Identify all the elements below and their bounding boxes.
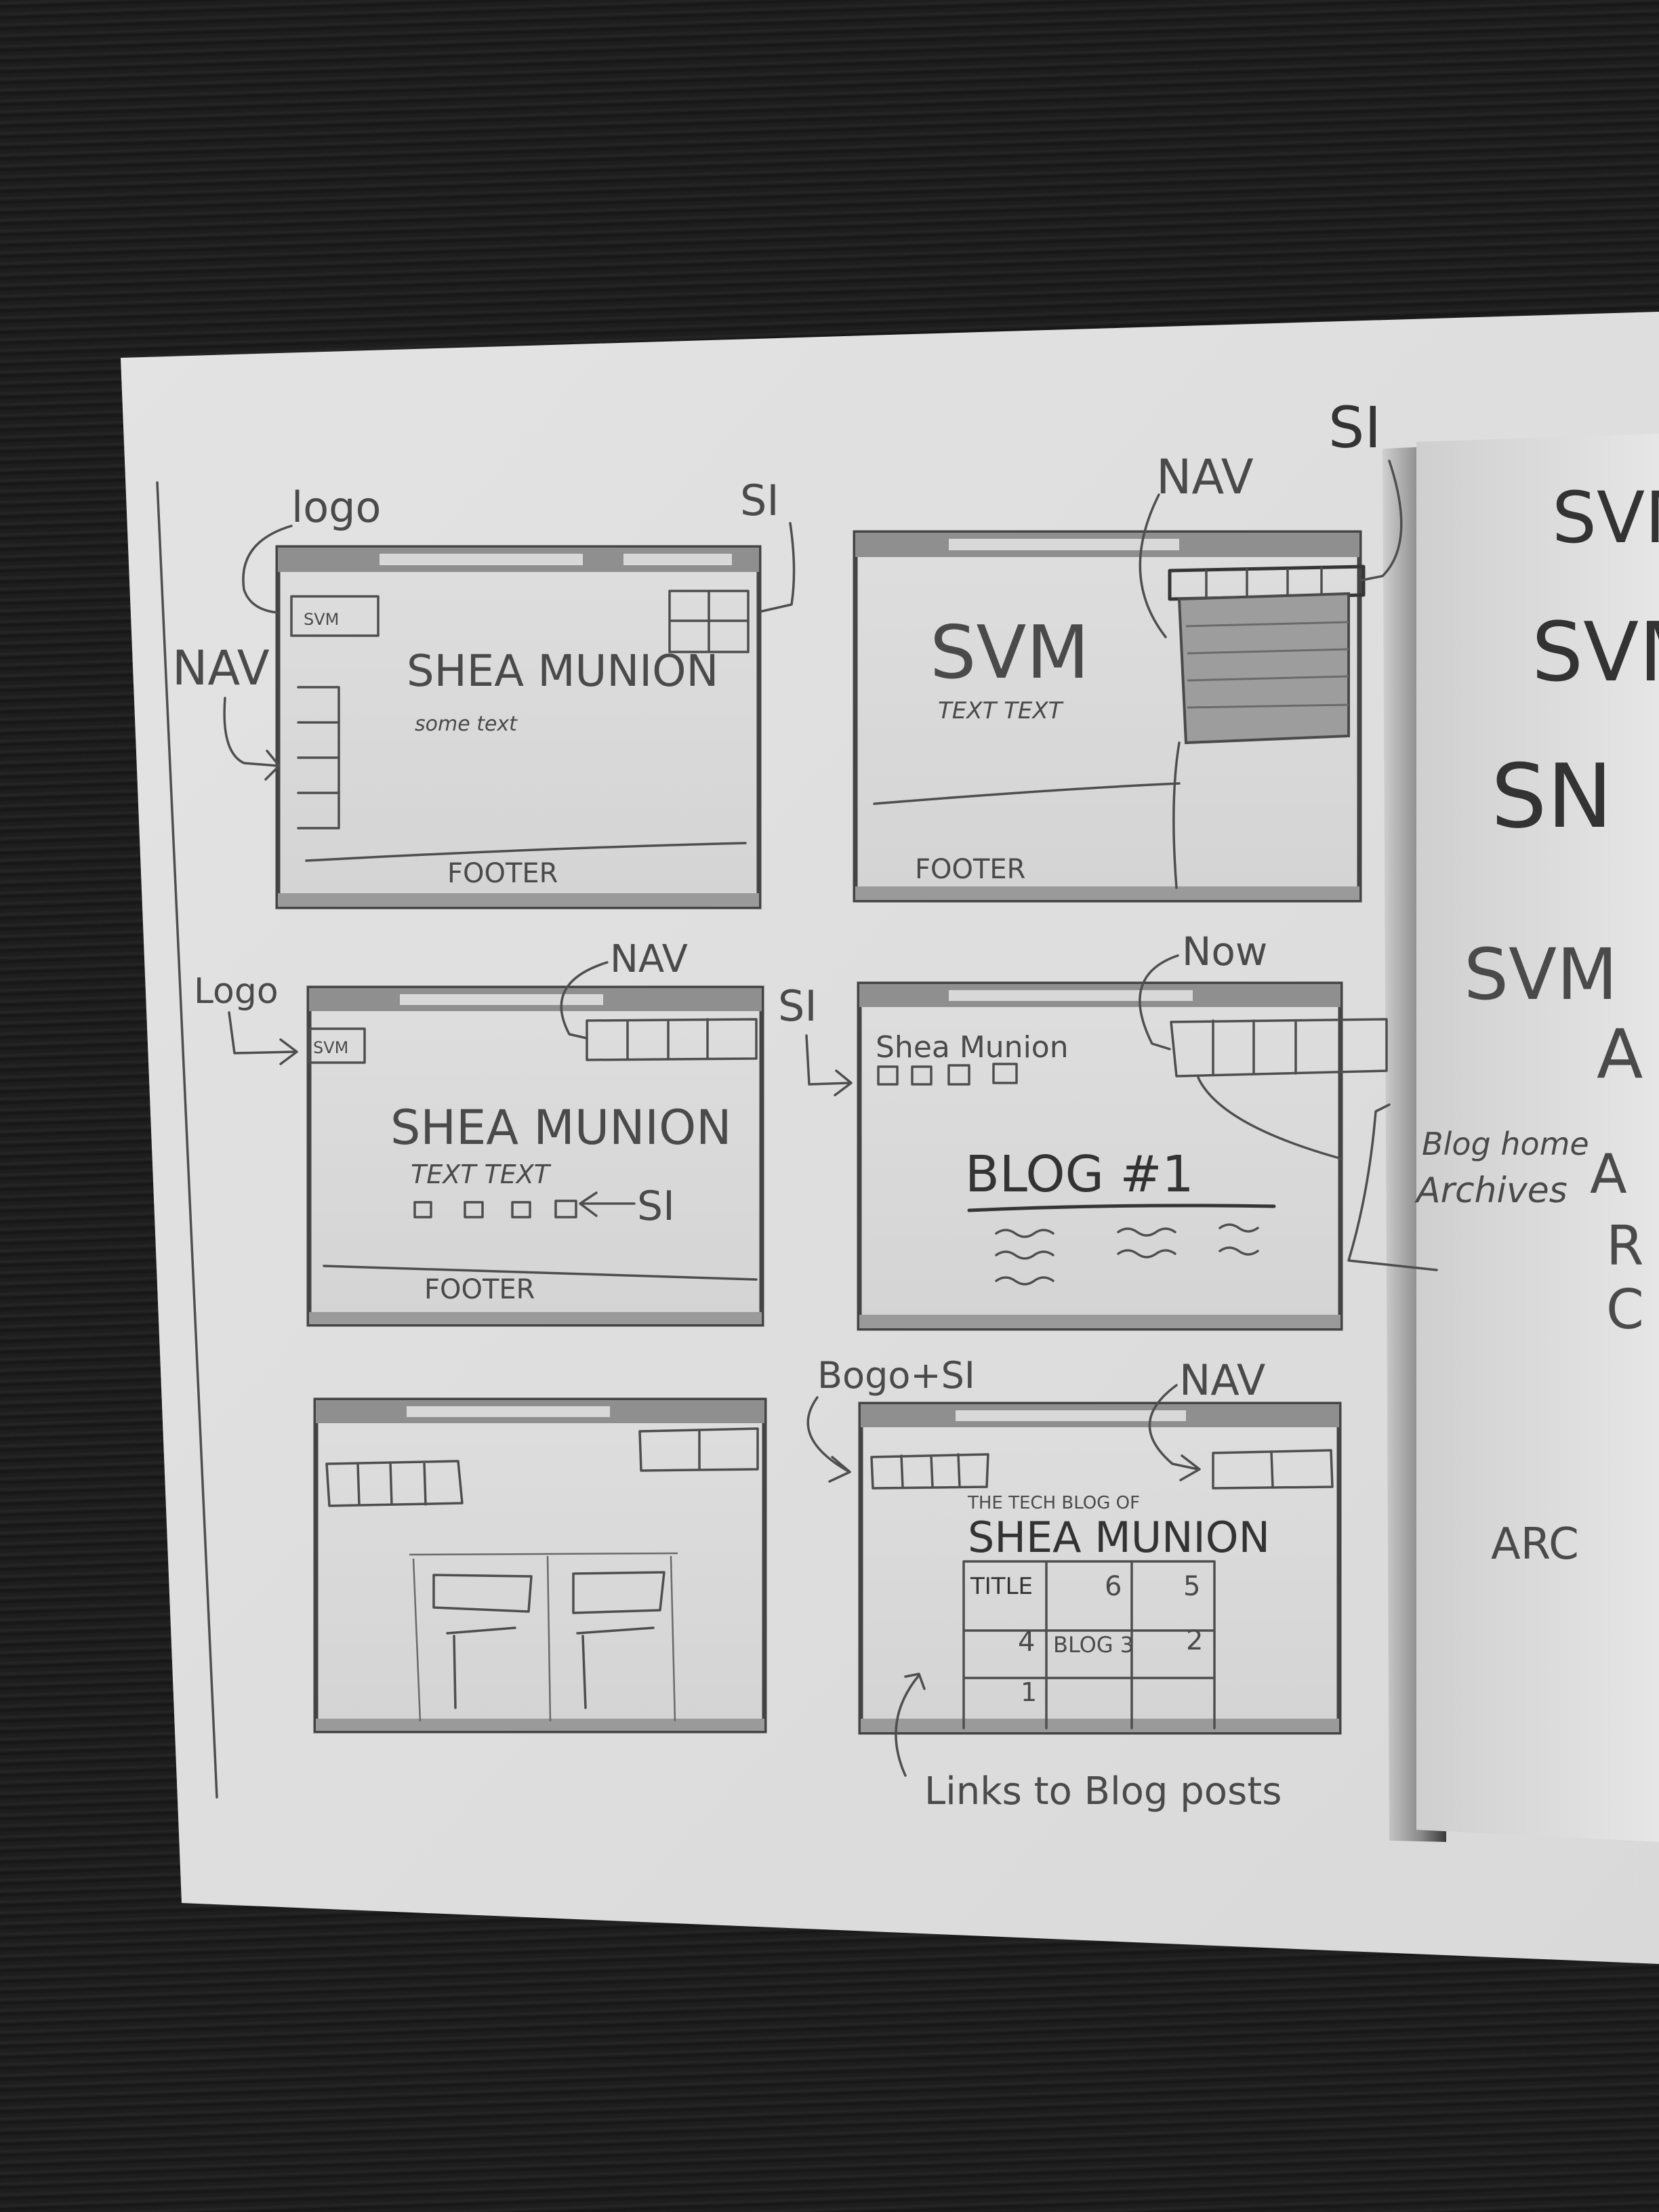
grid-cell-5: 5 xyxy=(1183,1571,1200,1602)
scribble-svm-1: SVM xyxy=(1552,476,1659,559)
frame1-subtext: some text xyxy=(415,712,518,736)
grid-cell-title: TITLE xyxy=(970,1573,1033,1600)
note-nav-2: NAV xyxy=(1156,449,1254,505)
wireframe-5 xyxy=(313,1397,767,1734)
scribble-c: C xyxy=(1606,1278,1644,1341)
wireframe-1: SVM SHEA MUNION some text FOOTER xyxy=(275,545,762,909)
note-now: Now xyxy=(1182,928,1267,975)
grid-cell-4: 4 xyxy=(1018,1626,1035,1658)
wireframe-2: SVM TEXT TEXT FOOTER xyxy=(853,530,1366,903)
frame6-title: SHEA MUNION xyxy=(968,1513,1270,1562)
grid-cell-blog3: BLOG 3 xyxy=(1053,1632,1134,1658)
scribble-arc: ARC xyxy=(1491,1519,1579,1570)
note-logo-si: Bogo+SI xyxy=(817,1354,975,1397)
scribble-svm-3: SVM xyxy=(1464,933,1618,1016)
scribble-a: A xyxy=(1597,1015,1643,1094)
frame1-footer: FOOTER xyxy=(447,858,558,889)
note-logo: logo xyxy=(291,483,381,532)
note-links: Links to Blog posts xyxy=(924,1769,1282,1814)
note-si-3: SI xyxy=(637,1183,675,1230)
grid-cell-6: 6 xyxy=(1105,1571,1122,1602)
sketch-photo: SVM SHEA MUNION some text FOOTER SVM TEX… xyxy=(121,312,1659,1964)
note-si-1: SI xyxy=(740,476,779,525)
frame1-title: SHEA MUNION xyxy=(407,647,718,697)
scribble-a-2: A xyxy=(1590,1143,1627,1206)
frame1-logo: SVM xyxy=(304,610,339,629)
note-nav-3: NAV xyxy=(610,937,688,981)
frame2-footer: FOOTER xyxy=(915,854,1025,885)
scribble-r: R xyxy=(1606,1214,1644,1277)
frame3-logo: SVM xyxy=(313,1038,348,1057)
note-logo-2: Logo xyxy=(194,971,279,1012)
scribble-svm-2: SVM xyxy=(1532,606,1659,700)
note-si-2: SI xyxy=(1328,394,1381,461)
grid-cell-2: 2 xyxy=(1186,1625,1203,1656)
frame3-footer: FOOTER xyxy=(424,1274,535,1305)
frame4-title: BLOG #1 xyxy=(965,1145,1194,1204)
frame3-title: SHEA MUNION xyxy=(390,1100,732,1155)
note-nav-4: NAV xyxy=(1179,1355,1265,1405)
frame3-subtext: TEXT TEXT xyxy=(411,1160,552,1189)
note-archives: Archives xyxy=(1414,1170,1568,1211)
note-nav-1: NAV xyxy=(172,640,270,696)
note-blog-home: Blog home xyxy=(1422,1126,1589,1162)
wireframe-4: Shea Munion BLOG #1 xyxy=(857,981,1388,1331)
frame4-brand: Shea Munion xyxy=(876,1030,1069,1065)
frame6-tagline: THE TECH BLOG OF xyxy=(967,1493,1140,1513)
frame2-subtext: TEXT TEXT xyxy=(938,697,1064,724)
note-si-4: SI xyxy=(778,981,817,1031)
frame2-logo: SVM xyxy=(930,611,1090,695)
scribble-sn: SN xyxy=(1491,745,1613,848)
wireframe-6: THE TECH BLOG OF SHEA MUNION TITLE 6 5 4… xyxy=(858,1401,1342,1735)
wireframe-3: SVM SHEA MUNION TEXT TEXT FOOTER xyxy=(306,985,764,1327)
grid-cell-1: 1 xyxy=(1021,1677,1037,1707)
